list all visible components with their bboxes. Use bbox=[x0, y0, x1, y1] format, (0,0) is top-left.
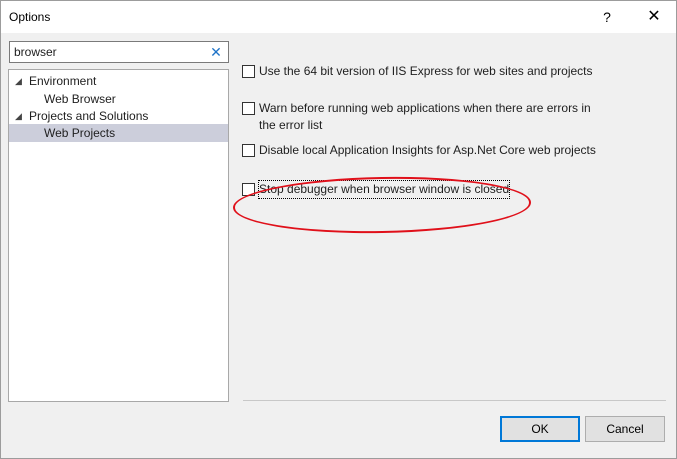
option-label: Warn before running web applications whe… bbox=[259, 101, 591, 132]
checkbox[interactable] bbox=[242, 102, 255, 115]
window-title: Options bbox=[9, 10, 51, 24]
close-button[interactable]: ✕ bbox=[639, 5, 669, 29]
option-warn-errors[interactable]: Warn before running web applications whe… bbox=[242, 100, 602, 134]
title-bar: Options ? ✕ bbox=[1, 1, 676, 33]
dialog-client-area: ✕ ◢ Environment Web Browser ◢ Projects a… bbox=[1, 33, 676, 458]
tree-item-projects-and-solutions[interactable]: ◢ Projects and Solutions bbox=[9, 107, 228, 125]
option-label: Use the 64 bit version of IIS Express fo… bbox=[259, 64, 593, 78]
help-button[interactable]: ? bbox=[595, 5, 619, 29]
checkbox[interactable] bbox=[242, 65, 255, 78]
cancel-button[interactable]: Cancel bbox=[585, 416, 665, 442]
tree-item-label: Web Projects bbox=[44, 126, 116, 140]
option-64bit-iis-express[interactable]: Use the 64 bit version of IIS Express fo… bbox=[242, 63, 662, 80]
checkbox[interactable] bbox=[242, 144, 255, 157]
search-input[interactable] bbox=[10, 42, 206, 62]
tree-item-web-projects[interactable]: Web Projects bbox=[9, 124, 228, 142]
tree-item-label: Environment bbox=[29, 74, 97, 88]
expand-arrow-icon[interactable]: ◢ bbox=[15, 72, 22, 90]
tree-item-label: Projects and Solutions bbox=[29, 109, 149, 123]
expand-arrow-icon[interactable]: ◢ bbox=[15, 107, 22, 125]
tree-item-environment[interactable]: ◢ Environment bbox=[9, 72, 228, 90]
search-box: ✕ bbox=[9, 41, 229, 63]
separator bbox=[243, 400, 666, 401]
clear-search-icon[interactable]: ✕ bbox=[208, 43, 224, 61]
options-dialog: Options ? ✕ ✕ ◢ Environment Web Browser … bbox=[0, 0, 677, 459]
options-tree: ◢ Environment Web Browser ◢ Projects and… bbox=[8, 69, 229, 402]
ok-button[interactable]: OK bbox=[500, 416, 580, 442]
tree-item-label: Web Browser bbox=[44, 92, 116, 106]
option-disable-app-insights[interactable]: Disable local Application Insights for A… bbox=[242, 142, 662, 159]
option-label: Disable local Application Insights for A… bbox=[259, 143, 596, 157]
tree-item-web-browser[interactable]: Web Browser bbox=[9, 90, 228, 108]
